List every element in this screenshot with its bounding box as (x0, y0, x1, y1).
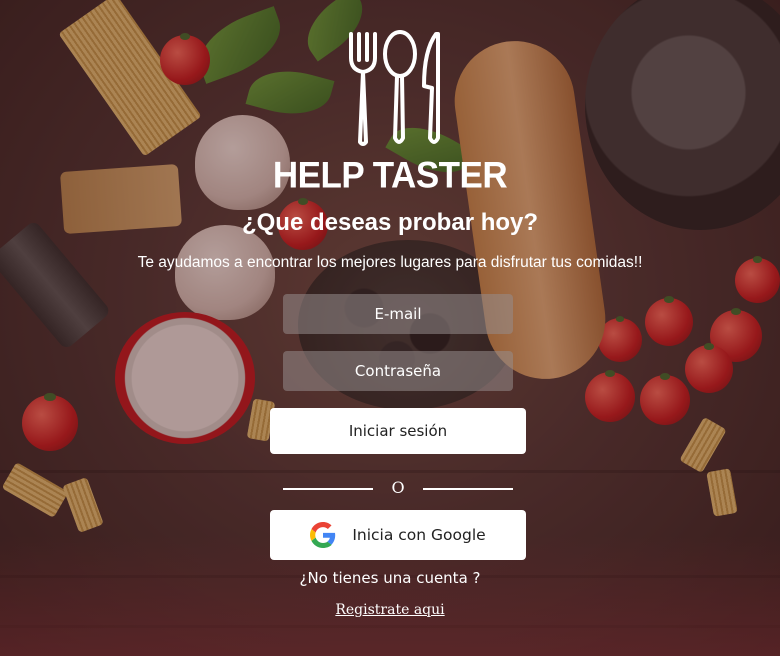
google-g-icon (310, 522, 336, 548)
or-divider: O (283, 478, 513, 498)
login-button[interactable]: Iniciar sesión (270, 408, 526, 454)
login-button-label: Iniciar sesión (348, 422, 448, 440)
page-subtitle: Te ayudamos a encontrar los mejores luga… (137, 254, 643, 271)
page-title: ¿Que deseas probar hoy? (241, 209, 539, 236)
email-field[interactable] (283, 294, 513, 334)
register-link[interactable]: Registrate aqui (0, 602, 780, 618)
google-button-label: Inicia con Google (352, 526, 486, 544)
divider-line-right (423, 488, 513, 490)
google-signin-button[interactable]: Inicia con Google (270, 510, 526, 560)
no-account-text: ¿No tienes una cuenta ? (299, 569, 481, 587)
brand-name: HELP TASTER (272, 155, 508, 196)
password-field[interactable] (283, 351, 513, 391)
fork-spoon-knife-icon (349, 30, 440, 146)
